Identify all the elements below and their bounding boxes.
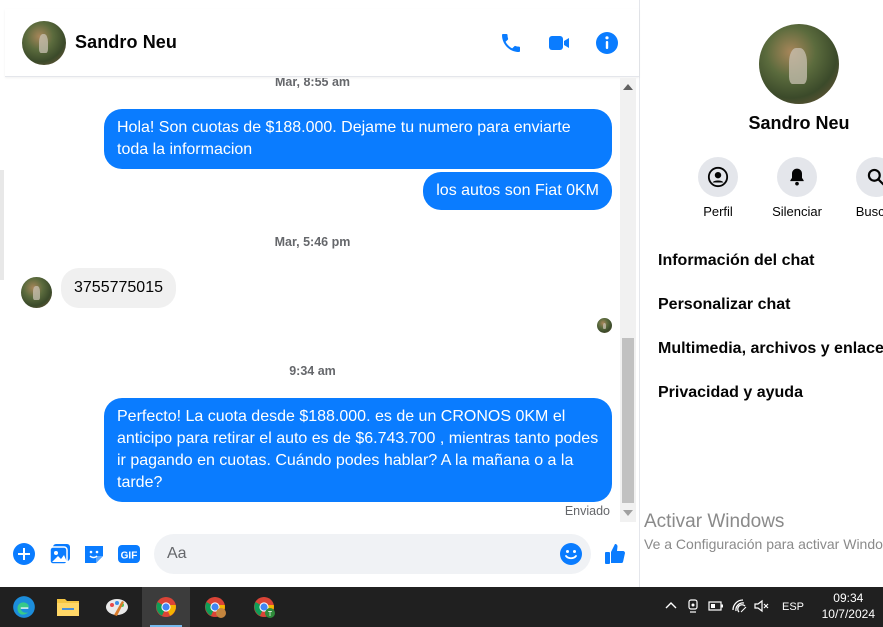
message-outgoing[interactable]: los autos son Fiat 0KM	[423, 172, 612, 210]
chrome-profile-icon[interactable]	[191, 587, 239, 627]
battery-icon[interactable]	[708, 600, 724, 615]
svg-text:T: T	[268, 611, 273, 618]
contact-avatar[interactable]	[22, 20, 66, 65]
search-icon[interactable]	[856, 157, 883, 197]
message-outgoing[interactable]: Perfecto! La cuota desde $188.000. es de…	[104, 398, 612, 502]
chrome-profile-t-icon[interactable]: T	[240, 587, 288, 627]
clock-time: 09:34	[833, 591, 864, 605]
sticker-icon[interactable]	[82, 542, 106, 566]
emoji-icon[interactable]	[559, 542, 583, 566]
message-outgoing[interactable]: Hola! Son cuotas de $188.000. Dejame tu …	[104, 109, 612, 169]
message-incoming[interactable]: 3755775015	[61, 268, 176, 308]
input-language[interactable]: ESP	[782, 601, 804, 613]
meet-now-icon[interactable]	[686, 598, 700, 616]
system-clock[interactable]: 09:34 10/7/2024	[822, 590, 875, 622]
chat-panel: Sandro Neu Mar, 8:55 am Hola! Son cuotas…	[0, 0, 640, 587]
window-edge	[0, 170, 4, 280]
timestamp: Mar, 8:55 am	[274, 78, 351, 89]
scroll-up-arrow-icon[interactable]	[623, 84, 633, 90]
timestamp: 9:34 am	[289, 364, 336, 378]
messenger-window: Sandro Neu Mar, 8:55 am Hola! Son cuotas…	[0, 0, 883, 627]
info-icon[interactable]	[595, 31, 619, 55]
timestamp: Mar, 5:46 pm	[274, 235, 351, 249]
contact-name[interactable]: Sandro Neu	[75, 32, 177, 53]
scroll-down-arrow-icon[interactable]	[623, 510, 633, 516]
profile-action[interactable]: Perfil	[673, 157, 763, 219]
seen-avatar-icon	[597, 318, 612, 333]
activation-watermark-title: Activar Windows	[644, 511, 785, 532]
menu-customize-chat[interactable]: Personalizar chat	[658, 296, 791, 314]
mute-action-label: Silenciar	[772, 204, 822, 219]
search-action[interactable]: Buscar	[831, 157, 883, 219]
composer: GIF	[0, 528, 640, 582]
conversation-info-panel: Sandro Neu Perfil Silenciar Buscar Infor…	[641, 0, 883, 587]
chat-header: Sandro Neu	[5, 9, 639, 77]
thumbs-up-icon[interactable]	[603, 542, 627, 566]
plus-icon[interactable]	[12, 542, 36, 566]
menu-chat-info[interactable]: Información del chat	[658, 252, 814, 270]
mute-action[interactable]: Silenciar	[752, 157, 842, 219]
message-list[interactable]: Mar, 8:55 am Hola! Son cuotas de $188.00…	[5, 78, 620, 522]
paint-icon[interactable]	[93, 587, 141, 627]
contact-avatar-small[interactable]	[21, 277, 52, 308]
windows-taskbar: T ESP 09:34 10/7/2024	[0, 587, 883, 627]
phone-icon[interactable]	[499, 31, 523, 55]
header-actions	[499, 31, 619, 55]
scroll-thumb[interactable]	[622, 338, 634, 503]
wifi-icon[interactable]	[732, 598, 748, 616]
clock-date: 10/7/2024	[821, 607, 875, 621]
volume-muted-icon[interactable]	[754, 599, 770, 616]
file-explorer-icon[interactable]	[44, 587, 92, 627]
video-call-icon[interactable]	[547, 31, 571, 55]
message-input[interactable]	[154, 534, 591, 574]
chat-scrollbar[interactable]	[620, 78, 636, 522]
message-status: Enviado	[564, 504, 610, 518]
search-action-label: Buscar	[855, 204, 883, 219]
activation-watermark-subtitle: Ve a Configuración para activar Windows.	[644, 536, 883, 552]
profile-name: Sandro Neu	[748, 113, 850, 133]
profile-avatar[interactable]	[759, 24, 839, 104]
profile-action-label: Perfil	[703, 204, 733, 219]
profile-icon[interactable]	[698, 157, 738, 197]
svg-text:GIF: GIF	[121, 551, 138, 562]
gallery-icon[interactable]	[48, 542, 72, 566]
gif-icon[interactable]: GIF	[117, 542, 141, 566]
system-tray: ESP	[664, 587, 804, 627]
edge-icon[interactable]	[0, 587, 48, 627]
bell-icon[interactable]	[777, 157, 817, 197]
menu-privacy-help[interactable]: Privacidad y ayuda	[658, 384, 803, 402]
chrome-icon[interactable]	[142, 587, 190, 627]
chevron-up-icon[interactable]	[664, 599, 678, 616]
menu-media-files-links[interactable]: Multimedia, archivos y enlaces	[658, 340, 883, 358]
